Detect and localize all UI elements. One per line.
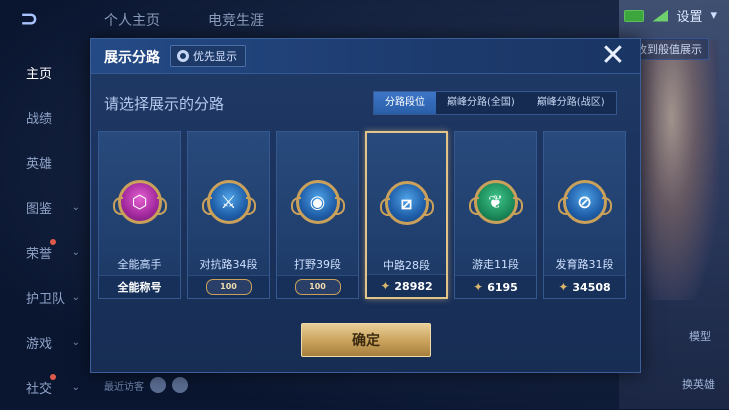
dialog-header: 展示分路 优先显示 ✕: [91, 39, 640, 74]
lane-card-label: 游走11段: [472, 258, 519, 271]
lane-card-all-round[interactable]: ⬡ 全能高手 全能称号: [98, 131, 181, 299]
lane-card-label: 全能高手: [117, 258, 162, 271]
lane-card-label: 打野39段: [294, 258, 341, 271]
battery-icon: [624, 9, 645, 22]
lane-card-label: 中路28段: [383, 259, 430, 272]
roam-emblem-icon: ❦: [468, 180, 523, 224]
lane-card-value: 全能称号: [117, 281, 162, 294]
chevron-down-icon: ⌄: [71, 292, 80, 303]
avatar[interactable]: [150, 377, 166, 393]
lane-card-value: 100: [294, 279, 341, 295]
sidebar-item-label: 荣誉: [26, 247, 53, 262]
mid-lane-emblem-icon: ⧄: [379, 181, 434, 225]
sidebar-item-label: 护卫队: [26, 292, 66, 307]
tab-personal-home[interactable]: 个人主页: [104, 10, 160, 30]
tab-esports-career[interactable]: 电竞生涯: [208, 10, 264, 30]
lane-tabs: 分路段位 巅峰分路(全国) 巅峰分路(战区): [373, 91, 617, 115]
farm-lane-emblem-icon: ⊘: [557, 180, 612, 224]
model-button[interactable]: 模型: [689, 328, 711, 344]
close-button[interactable]: ✕: [598, 41, 628, 71]
recent-visitors[interactable]: 最近访客: [104, 377, 188, 393]
switch-hero-button[interactable]: 换英雄: [682, 376, 715, 392]
lane-card-value: 28982: [394, 279, 433, 293]
tab-peak-national[interactable]: 巅峰分路(全国): [436, 92, 526, 114]
star-icon: ✦: [380, 279, 391, 293]
notification-dot-icon: [50, 374, 56, 380]
sidebar-item-heroes[interactable]: 英雄: [0, 140, 90, 185]
star-icon: ✦: [473, 280, 484, 294]
sidebar-item-honor[interactable]: 荣誉 ⌄: [0, 230, 90, 275]
chevron-down-icon: ⌄: [71, 247, 80, 258]
sidebar-item-guard[interactable]: 护卫队 ⌄: [0, 275, 90, 320]
all-round-emblem-icon: ⬡: [112, 180, 167, 224]
chevron-down-icon[interactable]: ▾: [710, 8, 717, 23]
sidebar-item-label: 战绩: [26, 112, 53, 127]
recent-visitors-label: 最近访客: [104, 381, 144, 393]
lane-card-label: 发育路31段: [555, 258, 614, 271]
sidebar-item-label: 主页: [26, 67, 53, 82]
lane-card-footer: ✦ 6195: [455, 275, 536, 298]
lane-card-footer: 100: [188, 275, 269, 298]
confirm-button[interactable]: 确定: [301, 323, 431, 357]
lane-card-label: 对抗路34段: [199, 258, 258, 271]
sidebar-item-home[interactable]: 主页: [0, 50, 90, 95]
lane-cards: ⬡ 全能高手 全能称号 ⚔ 对抗路34段 100 ◉ 打野39段 100 ⧄ 中…: [98, 131, 626, 299]
lane-card-footer: ✦ 34508: [544, 275, 625, 298]
sidebar-item-social[interactable]: 社交 ⌄: [0, 365, 90, 410]
lane-card-value: 34508: [572, 280, 611, 294]
tab-lane-rank[interactable]: 分路段位: [374, 92, 436, 114]
signal-icon: [652, 9, 669, 22]
sidebar-item-record[interactable]: 战绩: [0, 95, 90, 140]
lane-card-mid[interactable]: ⧄ 中路28段 ✦ 28982: [365, 131, 448, 299]
chevron-down-icon: ⌄: [71, 382, 80, 393]
sidebar-item-label: 社交: [26, 382, 53, 397]
sidebar-item-label: 英雄: [26, 157, 53, 172]
sidebar: 主页 战绩 英雄 图鉴 ⌄ 荣誉 ⌄ 护卫队 ⌄ 游戏 ⌄ 社交 ⌄: [0, 50, 90, 410]
dialog-subtitle: 请选择展示的分路: [104, 95, 225, 113]
sidebar-item-label: 游戏: [26, 337, 53, 352]
lane-card-farm[interactable]: ⊘ 发育路31段 ✦ 34508: [543, 131, 626, 299]
lane-card-roam[interactable]: ❦ 游走11段 ✦ 6195: [454, 131, 537, 299]
settings-button[interactable]: 设置: [676, 6, 702, 25]
display-lane-dialog: 展示分路 优先显示 ✕ 请选择展示的分路 分路段位 巅峰分路(全国) 巅峰分路(…: [90, 38, 641, 373]
lane-card-footer: ✦ 28982: [367, 274, 446, 297]
lane-card-value: 100: [205, 279, 252, 295]
avatar[interactable]: [172, 377, 188, 393]
gear-icon: [177, 50, 189, 62]
chevron-down-icon: ⌄: [71, 202, 80, 213]
back-logo-icon[interactable]: ⊃: [20, 8, 60, 32]
dialog-title: 展示分路: [104, 50, 160, 66]
sidebar-item-games[interactable]: 游戏 ⌄: [0, 320, 90, 365]
banner-label: 收到般值展示: [629, 38, 709, 60]
star-icon: ✦: [558, 280, 569, 294]
top-nav: 个人主页 电竞生涯: [104, 10, 264, 30]
notification-dot-icon: [50, 239, 56, 245]
priority-display-label: 优先显示: [193, 50, 237, 63]
priority-display-button[interactable]: 优先显示: [170, 45, 246, 67]
jungle-emblem-icon: ◉: [290, 180, 345, 224]
chevron-down-icon: ⌄: [71, 337, 80, 348]
lane-card-value: 6195: [487, 280, 518, 294]
lane-card-footer: 全能称号: [99, 275, 180, 298]
sidebar-item-label: 图鉴: [26, 202, 53, 217]
lane-card-jungle[interactable]: ◉ 打野39段 100: [276, 131, 359, 299]
clash-lane-emblem-icon: ⚔: [201, 180, 256, 224]
tab-peak-region[interactable]: 巅峰分路(战区): [526, 92, 616, 114]
lane-card-clash[interactable]: ⚔ 对抗路34段 100: [187, 131, 270, 299]
sidebar-item-codex[interactable]: 图鉴 ⌄: [0, 185, 90, 230]
lane-card-footer: 100: [277, 275, 358, 298]
top-right-status: 设置 ▾: [624, 6, 717, 25]
